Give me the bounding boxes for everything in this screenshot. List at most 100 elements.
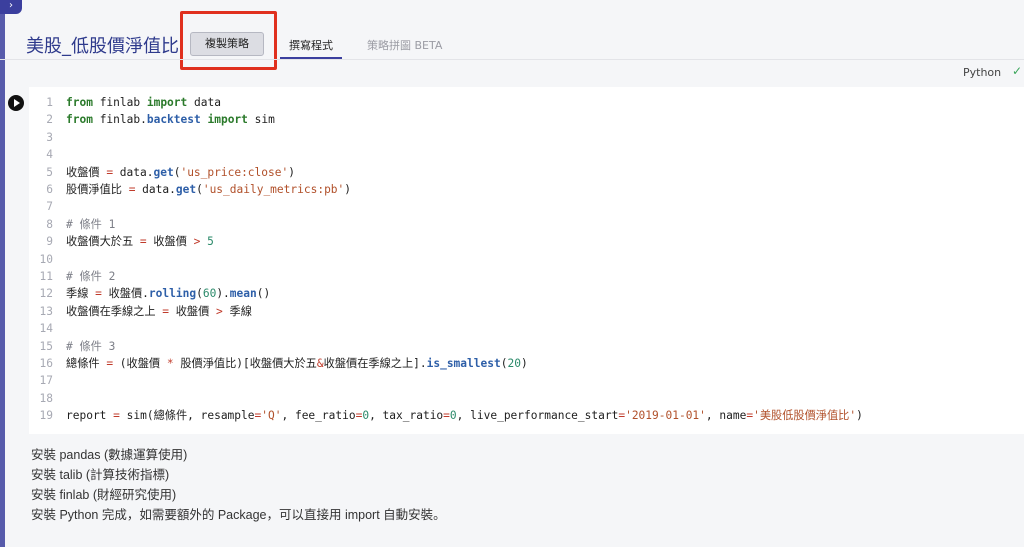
code-token: '美股低股價淨值比' (753, 409, 857, 423)
code-token: 60 (202, 287, 217, 301)
code-token: # 條件 1 (66, 217, 116, 231)
code-token: sim (247, 113, 275, 127)
code-token: backtest (146, 113, 201, 127)
code-line[interactable]: 12 季線 = 收盤價.rolling(60).mean() (29, 285, 271, 302)
code-token: 收盤價大於五 (66, 235, 140, 249)
line-number: 2 (46, 113, 53, 127)
line-number: 14 (39, 322, 53, 336)
line-number: 19 (39, 409, 53, 423)
code-token: & (316, 357, 324, 370)
line-number: 3 (46, 130, 53, 144)
code-token: 股價淨值比)[收盤價大於五 (173, 357, 317, 370)
code-token: ) (344, 183, 352, 196)
code-token: 收盤價 (169, 304, 217, 318)
code-token: sim(總條件, resample (119, 409, 255, 423)
code-token: = (95, 287, 102, 301)
code-line[interactable]: 7 (29, 198, 66, 215)
code-token: = (113, 409, 120, 423)
code-line[interactable]: 11 # 條件 2 (29, 268, 116, 285)
code-token: (收盤價 (113, 357, 167, 370)
line-number: 10 (39, 252, 53, 266)
code-token: get (175, 183, 197, 196)
note-line: 安裝 finlab (財經研究使用) (31, 488, 177, 502)
code-token: 'us_daily_metrics:pb' (202, 183, 345, 196)
code-token: * (166, 357, 174, 370)
code-token: data. (113, 165, 154, 179)
code-token: , name (705, 409, 747, 423)
language-label: Python (963, 66, 1002, 79)
code-line[interactable]: 9 收盤價大於五 = 收盤價 > 5 (29, 233, 214, 250)
chevron-right-icon[interactable]: › (0, 0, 22, 14)
code-token: # 條件 3 (66, 339, 116, 353)
code-line[interactable]: 19 report = sim(總條件, resample='Q', fee_ra… (29, 407, 863, 424)
code-token: import (207, 113, 248, 127)
code-token: rolling (148, 287, 197, 301)
line-number: 15 (39, 339, 53, 353)
line-number: 11 (39, 270, 53, 283)
code-token: , tax_ratio (369, 409, 444, 423)
code-token: 季線 (66, 287, 96, 301)
code-token: = (162, 304, 169, 318)
code-token: ) (856, 409, 863, 423)
line-number: 4 (46, 148, 53, 162)
code-line[interactable]: 15 # 條件 3 (29, 338, 116, 355)
line-number: 9 (46, 235, 53, 249)
line-number: 16 (39, 357, 53, 370)
code-token: # 條件 2 (66, 270, 116, 283)
install-notes: 安裝 pandas (數據運算使用) 安裝 talib (計算技術指標) 安裝 … (31, 445, 446, 525)
code-token: > (216, 304, 223, 318)
code-line[interactable]: 5 收盤價 = data.get('us_price:close') (29, 164, 295, 181)
code-token: mean (229, 287, 257, 301)
code-line[interactable]: 14 (29, 320, 66, 337)
line-number: 18 (39, 391, 53, 405)
code-line[interactable]: 17 (29, 372, 66, 389)
code-token: finlab (92, 96, 147, 109)
code-token: ( (196, 287, 203, 301)
code-token: report (66, 409, 114, 423)
note-line: 安裝 pandas (數據運算使用) (31, 448, 188, 462)
code-token: 收盤價在季線之上]. (323, 357, 427, 370)
copy-strategy-button[interactable]: 複製策略 (190, 32, 264, 56)
code-token: 收盤價 (146, 235, 194, 249)
code-token: () (256, 287, 271, 301)
code-token: = (139, 235, 147, 249)
code-line[interactable]: 1 from finlab import data (29, 94, 221, 111)
line-number: 6 (46, 183, 53, 196)
code-line[interactable]: 8 # 條件 1 (29, 216, 115, 233)
code-token: , fee_ratio (281, 409, 356, 423)
code-line[interactable]: 2 from finlab.backtest import sim (29, 111, 275, 128)
code-token: 0 (449, 409, 457, 423)
code-token: finlab. (92, 113, 147, 127)
code-token: data. (135, 183, 176, 196)
code-token: get (153, 165, 174, 179)
code-editor[interactable]: 1 from finlab import data 2 from finlab.bac… (29, 87, 1024, 434)
code-token: from (66, 96, 93, 109)
tab-write-code[interactable]: 撰寫程式 (280, 37, 342, 59)
code-line[interactable]: 4 (29, 146, 66, 163)
line-number: 17 (39, 374, 53, 388)
code-token: 季線 (222, 304, 252, 318)
note-line: 安裝 talib (計算技術指標) (31, 468, 170, 482)
code-line[interactable]: 18 (29, 390, 66, 407)
code-token: 20 (507, 357, 521, 370)
code-token: 'us_price:close' (180, 165, 289, 179)
code-token: '2019-01-01' (625, 409, 706, 423)
code-line[interactable]: 10 (29, 251, 66, 268)
code-line[interactable]: 6 股價淨值比 = data.get('us_daily_metrics:pb') (29, 181, 351, 198)
code-token: 總條件 (66, 357, 107, 370)
code-line[interactable]: 16 總條件 = (收盤價 * 股價淨值比)[收盤價大於五&收盤價在季線之上].i… (29, 355, 528, 372)
code-token: 'Q' (261, 409, 282, 423)
code-line[interactable]: 13 收盤價在季線之上 = 收盤價 > 季線 (29, 303, 252, 320)
sidebar-edge (0, 0, 5, 547)
line-number: 12 (39, 287, 53, 301)
code-token: is_smallest (426, 357, 501, 370)
line-number: 5 (46, 165, 53, 179)
play-icon[interactable] (8, 95, 24, 111)
line-number: 8 (46, 217, 53, 231)
code-token: , live_performance_start (456, 409, 619, 423)
code-line[interactable]: 3 (29, 129, 66, 146)
code-token: 收盤價. (101, 287, 149, 301)
code-token: data (187, 96, 221, 109)
tab-strategy-blocks[interactable]: 策略拼圖 BETA (367, 37, 442, 59)
code-token: from (66, 113, 93, 127)
